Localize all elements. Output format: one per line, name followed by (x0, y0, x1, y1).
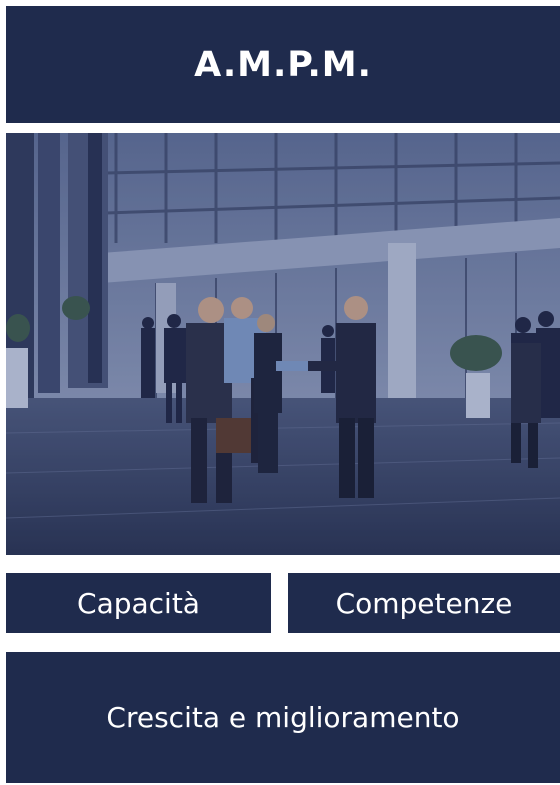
page-title: A.M.P.M. (194, 44, 372, 85)
tile-competenze[interactable]: Competenze (288, 573, 560, 633)
hero-photo (6, 133, 560, 555)
tile-label: Crescita e miglioramento (106, 701, 460, 734)
header-banner: A.M.P.M. (6, 6, 560, 123)
tile-crescita-e-miglioramento[interactable]: Crescita e miglioramento (6, 652, 560, 783)
tile-label: Competenze (335, 586, 513, 620)
tile-capacita[interactable]: Capacità (6, 573, 271, 633)
tile-label: Capacità (77, 586, 200, 620)
